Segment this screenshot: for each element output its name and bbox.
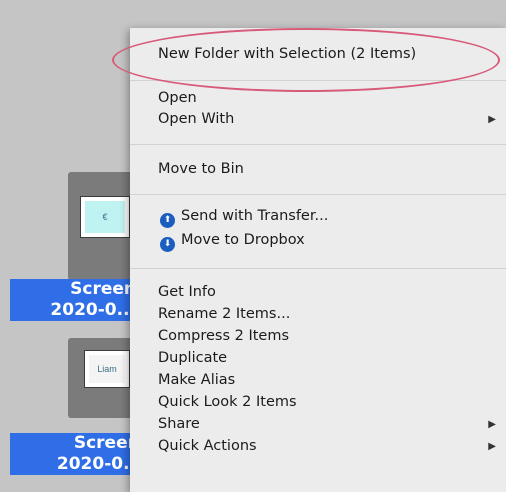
- menu-item-send-with-transfer[interactable]: ⬆ Send with Transfer...: [160, 206, 328, 228]
- menu-item-make-alias[interactable]: Make Alias: [158, 370, 235, 390]
- transfer-icon: ⬆: [160, 213, 175, 228]
- menu-item-quick-look[interactable]: Quick Look 2 Items: [158, 392, 297, 412]
- menu-item-label: Open With: [158, 111, 235, 127]
- menu-separator: [130, 80, 506, 81]
- file-name-line2: 2020-0..: [56, 454, 136, 474]
- menu-item-new-folder-with-selection[interactable]: New Folder with Selection (2 Items): [158, 44, 416, 64]
- file-name-line1: Screer: [73, 433, 136, 453]
- menu-item-open-with[interactable]: Open With: [158, 109, 506, 129]
- menu-item-get-info[interactable]: Get Info: [158, 282, 216, 302]
- menu-item-label: Move to Dropbox: [181, 232, 305, 248]
- submenu-arrow-icon: ▶: [488, 441, 496, 452]
- menu-item-label: Send with Transfer...: [181, 208, 329, 224]
- menu-item-move-to-bin[interactable]: Move to Bin: [158, 159, 244, 179]
- menu-item-compress[interactable]: Compress 2 Items: [158, 326, 289, 346]
- file-label-2[interactable]: Screer 2020-0..: [10, 433, 140, 475]
- context-menu: New Folder with Selection (2 Items) Open…: [130, 28, 506, 492]
- submenu-arrow-icon: ▶: [488, 114, 496, 125]
- file-label-1[interactable]: Screen 2020-0...: [10, 279, 140, 321]
- menu-item-rename[interactable]: Rename 2 Items...: [158, 304, 290, 324]
- dropbox-icon: ⬇: [160, 237, 175, 252]
- thumbnail-content: Liam: [89, 355, 125, 383]
- menu-separator: [130, 194, 506, 195]
- menu-item-open[interactable]: Open: [158, 88, 197, 108]
- screenshot-thumbnail: Liam: [84, 350, 130, 388]
- file-icon-1[interactable]: €: [68, 172, 138, 280]
- file-name-line1: Screen: [70, 279, 136, 299]
- menu-item-move-to-dropbox[interactable]: ⬇ Move to Dropbox: [160, 230, 305, 252]
- file-name-line2: 2020-0...: [50, 300, 136, 320]
- menu-item-share[interactable]: Share: [158, 414, 200, 434]
- thumbnail-content: €: [85, 201, 125, 233]
- screenshot-thumbnail: €: [80, 196, 130, 238]
- submenu-arrow-icon: ▶: [488, 419, 496, 430]
- file-icon-2[interactable]: Liam: [68, 338, 138, 418]
- menu-separator: [130, 268, 506, 269]
- menu-item-quick-actions[interactable]: Quick Actions: [158, 436, 257, 456]
- menu-separator: [130, 144, 506, 145]
- menu-item-duplicate[interactable]: Duplicate: [158, 348, 227, 368]
